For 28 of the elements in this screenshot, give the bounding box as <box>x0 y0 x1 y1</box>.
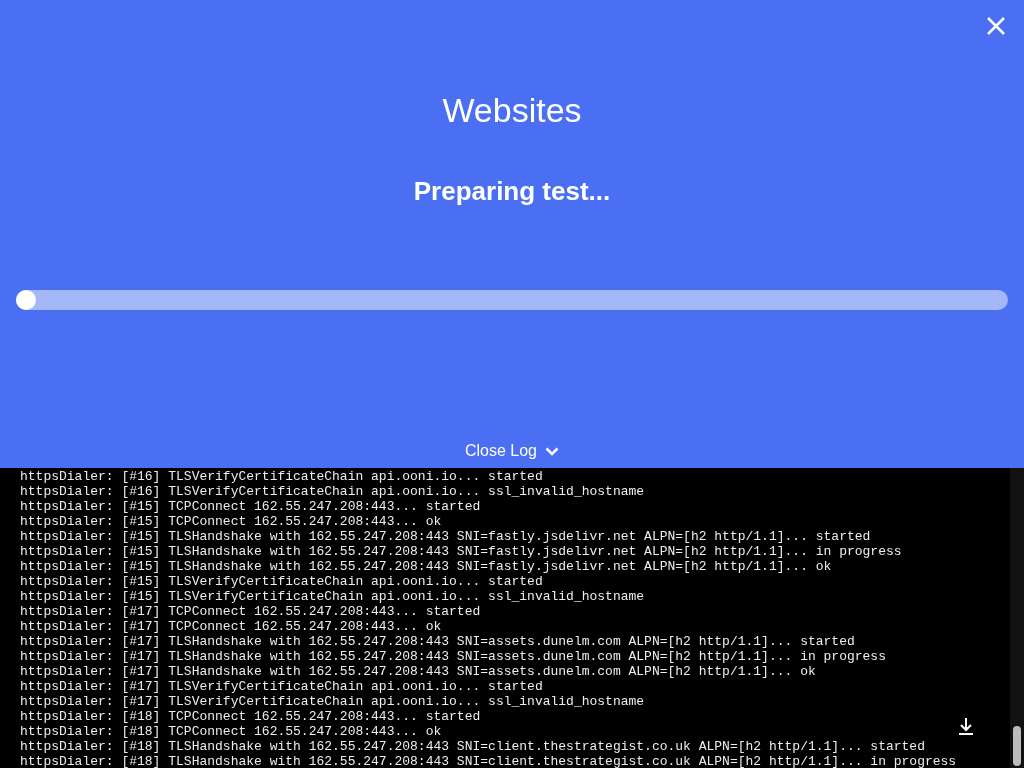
log-line: httpsDialer: [#17] TLSHandshake with 162.55.247.208:443 SNI=assets.dunelm.com ALPN=[h2 http/1.1]... ok <box>20 664 816 679</box>
log-line: httpsDialer: [#15] TLSHandshake with 162.55.247.208:443 SNI=fastly.jsdelivr.net ALPN=[h2 http/1.1]... ok <box>20 559 832 574</box>
test-status: Preparing test... <box>413 175 611 208</box>
log-line: httpsDialer: [#15] TCPConnect 162.55.247.208:443... ok <box>20 514 442 529</box>
log-line: httpsDialer: [#15] TLSVerifyCertificateChain api.ooni.io... ssl_invalid_hostname <box>20 589 645 604</box>
download-button[interactable] <box>958 717 974 738</box>
log-line: httpsDialer: [#15] TLSVerifyCertificateChain api.ooni.io... started <box>20 574 543 589</box>
log-line: httpsDialer: [#17] TLSVerifyCertificateChain api.ooni.io... ssl_invalid_hostname <box>20 694 645 709</box>
log-line: httpsDialer: [#17] TLSHandshake with 162.55.247.208:443 SNI=assets.dunelm.com ALPN=[h2 http/1.1]... started <box>20 634 855 649</box>
log-line: httpsDialer: [#15] TCPConnect 162.55.247.208:443... started <box>20 499 481 514</box>
download-icon <box>958 717 974 735</box>
log-line: httpsDialer: [#18] TCPConnect 162.55.247.208:443... started <box>20 709 481 724</box>
scrollbar[interactable] <box>1010 468 1024 768</box>
log-line: httpsDialer: [#15] TLSHandshake with 162.55.247.208:443 SNI=fastly.jsdelivr.net ALPN=[h2 http/1.1]... started <box>20 529 871 544</box>
log-line: httpsDialer: [#17] TCPConnect 162.55.247.208:443... started <box>20 604 481 619</box>
log-line: httpsDialer: [#17] TLSHandshake with 162.55.247.208:443 SNI=assets.dunelm.com ALPN=[h2 http/1.1]... in progress <box>20 649 886 664</box>
log-line: httpsDialer: [#18] TLSHandshake with 162.55.247.208:443 SNI=client.thestrategist.co.uk ALPN=[h2 http/1.1]... started <box>20 739 925 754</box>
log-line: httpsDialer: [#16] TLSVerifyCertificateChain api.ooni.io... started <box>20 469 543 484</box>
log-line: httpsDialer: [#17] TLSVerifyCertificateChain api.ooni.io... started <box>20 679 543 694</box>
log-line: httpsDialer: [#18] TLSHandshake with 162.55.247.208:443 SNI=client.thestrategist.co.uk ALPN=[h2 http/1.1]... in progress <box>20 754 957 768</box>
log-line: httpsDialer: [#17] TCPConnect 162.55.247.208:443... ok <box>20 619 442 634</box>
chevron-down-icon <box>545 446 559 456</box>
test-title: Websites <box>442 90 582 131</box>
log-line: httpsDialer: [#15] TLSHandshake with 162.55.247.208:443 SNI=fastly.jsdelivr.net ALPN=[h2 http/1.1]... in progress <box>20 544 902 559</box>
log-line: httpsDialer: [#16] TLSVerifyCertificateChain api.ooni.io... ssl_invalid_hostname <box>20 484 645 499</box>
close-icon <box>987 17 1005 35</box>
log-line: httpsDialer: [#18] TCPConnect 162.55.247.208:443... ok <box>20 724 442 739</box>
close-log-button[interactable]: Close Log <box>460 440 563 462</box>
